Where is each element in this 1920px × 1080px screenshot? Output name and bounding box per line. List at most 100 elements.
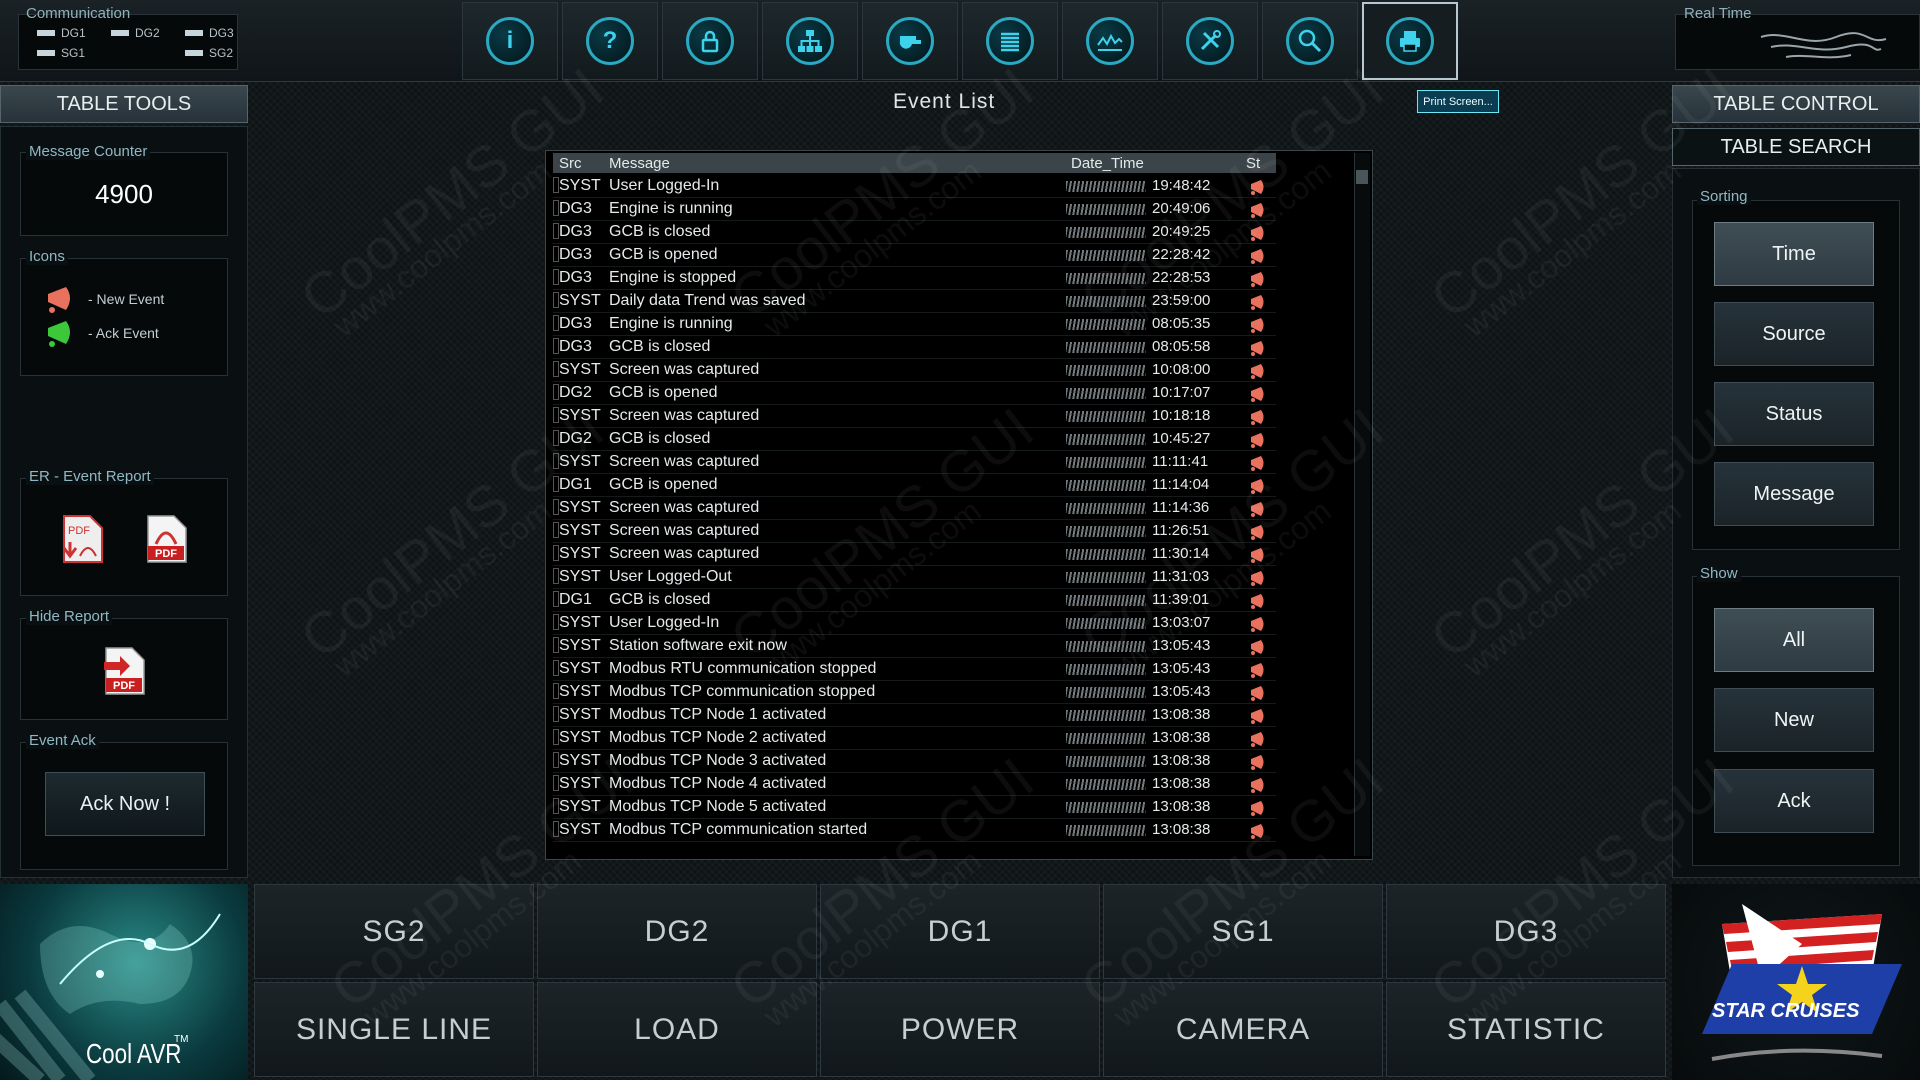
row-date-time: 13:08:38 (1066, 729, 1210, 746)
pdf-hide-icon[interactable]: PDF (100, 646, 148, 701)
table-row[interactable]: SYST Modbus TCP Node 1 activated 13:08:38 (553, 704, 1276, 727)
table-row[interactable]: DG3 Engine is running 20:49:06 (553, 198, 1276, 221)
list-button[interactable] (962, 2, 1058, 80)
pdf-view-icon[interactable]: PDF (142, 514, 190, 569)
row-date-time: 20:49:06 (1066, 200, 1210, 217)
column-src[interactable]: Src (559, 155, 582, 172)
row-message: Modbus TCP Node 2 activated (609, 729, 827, 746)
row-src: SYST (559, 775, 601, 792)
table-row[interactable]: SYST Modbus TCP Node 5 activated 13:08:38 (553, 796, 1276, 819)
row-message: Screen was captured (609, 499, 760, 516)
new-event-bell-icon (1251, 548, 1264, 563)
table-row[interactable]: SYST Modbus RTU communication stopped 13:0… (553, 658, 1276, 681)
table-row[interactable]: SYST Station software exit now 13:05:43 (553, 635, 1276, 658)
watermark-url: www.coolpms.com (1456, 492, 1688, 684)
row-date-time: 23:59:00 (1066, 292, 1210, 309)
table-row[interactable]: SYST Screen was captured 11:26:51 (553, 520, 1276, 543)
watermark-url: www.coolpms.com (326, 492, 558, 684)
realtime-panel (1675, 14, 1920, 70)
message-counter-value: 4900 (95, 178, 153, 209)
new-event-bell-icon (1251, 318, 1264, 333)
network-button[interactable] (762, 2, 858, 80)
table-row[interactable]: DG3 GCB is opened 22:28:42 (553, 244, 1276, 267)
new-event-bell-icon (1251, 686, 1264, 701)
table-row[interactable]: SYST Daily data Trend was saved 23:59:00 (553, 290, 1276, 313)
table-row[interactable]: DG2 GCB is opened 10:17:07 (553, 382, 1276, 405)
table-row[interactable]: SYST Screen was captured 11:14:36 (553, 497, 1276, 520)
new-event-bell-icon (1251, 180, 1264, 195)
row-src: SYST (559, 292, 601, 309)
table-scrollbar[interactable] (1354, 153, 1370, 856)
new-event-bell-icon (1251, 249, 1264, 264)
nav-camera-button[interactable]: CAMERA (1103, 982, 1383, 1077)
show-all-button[interactable]: All (1714, 608, 1874, 672)
help-button[interactable]: ? (562, 2, 658, 80)
table-control-header: TABLE CONTROL (1672, 85, 1920, 123)
show-ack-button[interactable]: Ack (1714, 769, 1874, 833)
row-src: SYST (559, 361, 601, 378)
table-row[interactable]: SYST Screen was captured 10:08:00 (553, 359, 1276, 382)
date-scribble (1066, 709, 1146, 721)
date-scribble (1066, 180, 1146, 192)
table-row[interactable]: DG1 GCB is opened 11:14:04 (553, 474, 1276, 497)
table-row[interactable]: DG3 GCB is closed 20:49:25 (553, 221, 1276, 244)
nav-dg1-button[interactable]: DG1 (820, 884, 1100, 979)
table-search-button[interactable]: TABLE SEARCH (1672, 128, 1920, 166)
date-scribble (1066, 686, 1146, 698)
new-event-bell-icon (1251, 456, 1264, 471)
pdf-download-icon[interactable]: PDF (58, 514, 106, 569)
sort-source-button[interactable]: Source (1714, 302, 1874, 366)
column-status[interactable]: St (1246, 155, 1260, 172)
table-row[interactable]: SYST Screen was captured 10:18:18 (553, 405, 1276, 428)
table-row[interactable]: DG3 Engine is stopped 22:28:53 (553, 267, 1276, 290)
table-row[interactable]: DG2 GCB is closed 10:45:27 (553, 428, 1276, 451)
table-row[interactable]: SYST Screen was captured 11:11:41 (553, 451, 1276, 474)
column-date-time[interactable]: Date_Time (1071, 155, 1144, 172)
table-row[interactable]: DG1 GCB is closed 11:39:01 (553, 589, 1276, 612)
table-row[interactable]: SYST Modbus TCP communication stopped 13:0… (553, 681, 1276, 704)
table-row[interactable]: SYST Modbus TCP Node 4 activated 13:08:38 (553, 773, 1276, 796)
sort-status-button[interactable]: Status (1714, 382, 1874, 446)
tools-button[interactable] (1162, 2, 1258, 80)
nav-dg2-button[interactable]: DG2 (537, 884, 817, 979)
table-row[interactable]: SYST Screen was captured 11:30:14 (553, 543, 1276, 566)
nav-sg1-button[interactable]: SG1 (1103, 884, 1383, 979)
row-message: Screen was captured (609, 545, 760, 562)
ack-now-button[interactable]: Ack Now ! (45, 772, 205, 836)
nav-power-button[interactable]: POWER (820, 982, 1100, 1077)
table-row[interactable]: SYST Modbus TCP Node 2 activated 13:08:38 (553, 727, 1276, 750)
table-row[interactable]: SYST User Logged-Out 11:31:03 (553, 566, 1276, 589)
nav-statistic-button[interactable]: STATISTIC (1386, 982, 1666, 1077)
trend-button[interactable] (1062, 2, 1158, 80)
table-tools-header: TABLE TOOLS (0, 85, 248, 123)
sort-message-button[interactable]: Message (1714, 462, 1874, 526)
nav-dg3-button[interactable]: DG3 (1386, 884, 1666, 979)
nav-sg2-button[interactable]: SG2 (254, 884, 534, 979)
info-button[interactable]: i (462, 2, 558, 80)
table-row[interactable]: DG3 Engine is running 08:05:35 (553, 313, 1276, 336)
show-new-button[interactable]: New (1714, 688, 1874, 752)
table-row[interactable]: SYST User Logged-In 13:03:07 (553, 612, 1276, 635)
new-event-bell-icon (1251, 295, 1264, 310)
date-scribble (1066, 571, 1146, 583)
row-date-time: 11:14:36 (1066, 499, 1209, 516)
lock-button[interactable] (662, 2, 758, 80)
table-row[interactable]: SYST User Logged-In 19:48:42 (553, 175, 1276, 198)
icons-label: Icons (26, 248, 68, 265)
row-src: DG3 (559, 315, 592, 332)
sort-time-button[interactable]: Time (1714, 222, 1874, 286)
led-icon (185, 30, 203, 36)
star-cruises-emblem (1702, 904, 1902, 1061)
hide-report-label: Hide Report (26, 608, 113, 625)
scrollbar-thumb[interactable] (1356, 170, 1368, 184)
table-row[interactable]: SYST Modbus TCP Node 3 activated 13:08:38 (553, 750, 1276, 773)
whistle-button[interactable] (862, 2, 958, 80)
row-src: DG3 (559, 223, 592, 240)
search-button[interactable] (1262, 2, 1358, 80)
table-row[interactable]: SYST Modbus TCP communication started 13:0… (553, 819, 1276, 842)
nav-single-line-button[interactable]: SINGLE LINE (254, 982, 534, 1077)
column-message[interactable]: Message (609, 155, 670, 172)
table-row[interactable]: DG3 GCB is closed 08:05:58 (553, 336, 1276, 359)
nav-load-button[interactable]: LOAD (537, 982, 817, 1077)
print-button[interactable] (1362, 2, 1458, 80)
